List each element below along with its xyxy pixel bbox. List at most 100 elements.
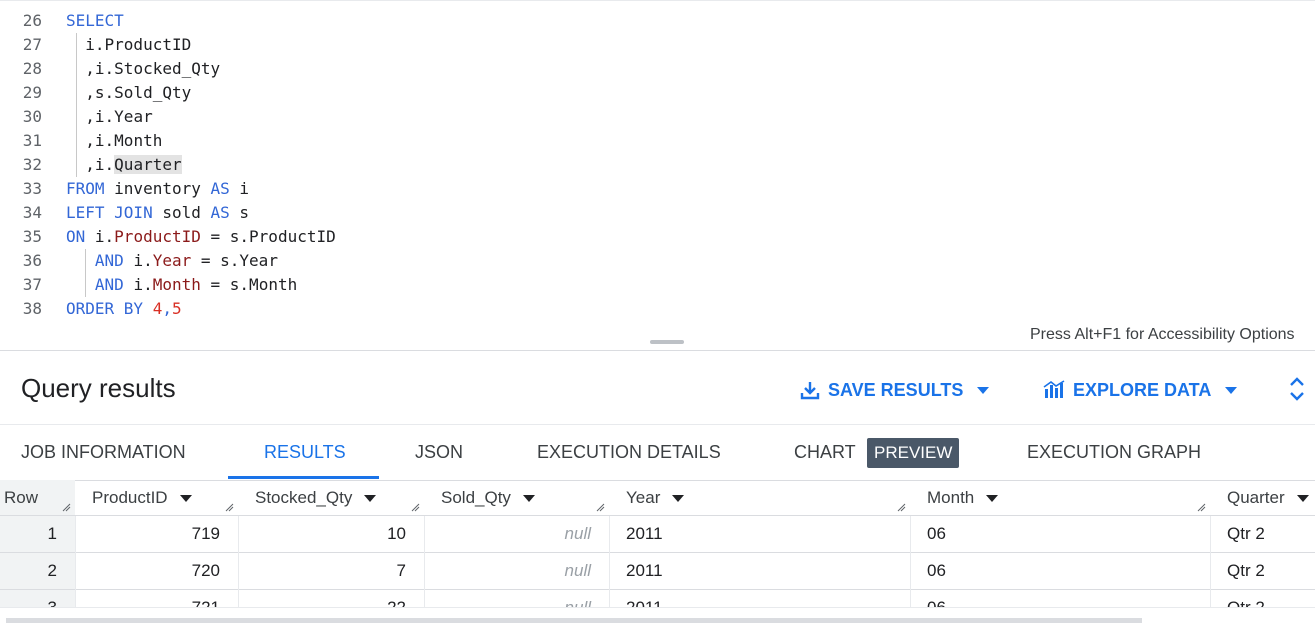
- table-cell-quarter: Qtr 2: [1210, 590, 1315, 607]
- line-number: 28: [22, 59, 42, 78]
- sort-menu-icon[interactable]: [179, 495, 192, 503]
- indent-guide: [76, 129, 77, 153]
- resize-handle[interactable]: [650, 340, 684, 344]
- line-number: 34: [22, 203, 42, 222]
- expand-collapse-icon[interactable]: [1288, 375, 1306, 403]
- scrollbar-thumb[interactable]: [6, 618, 1142, 623]
- tab-results[interactable]: RESULTS: [264, 442, 346, 463]
- line-number: 27: [22, 35, 42, 54]
- column-header-month[interactable]: Month: [910, 480, 1210, 516]
- column-divider: [1210, 516, 1211, 607]
- horizontal-scrollbar[interactable]: [0, 607, 1315, 623]
- line-number: 35: [22, 227, 42, 246]
- column-resize-handle[interactable]: [61, 502, 71, 512]
- line-number: 29: [22, 83, 42, 102]
- column-header-sold-qty[interactable]: Sold_Qty: [424, 480, 609, 516]
- column-header-label: Year: [626, 488, 661, 507]
- indent-guide: [85, 273, 86, 297]
- column-header-stocked-qty[interactable]: Stocked_Qty: [238, 480, 424, 516]
- table-cell-quarter: Qtr 2: [1227, 561, 1265, 580]
- code-text: ,i.Stocked_Qty: [66, 59, 221, 78]
- sql-editor[interactable]: 26 SELECT 27 i.ProductID 28 ,i.Stocked_Qty 2…: [0, 0, 1315, 321]
- line-number: 26: [22, 11, 42, 30]
- table-cell-stocked-qty: 10: [387, 524, 406, 543]
- column-header-label: Quarter: [1227, 488, 1285, 507]
- indent-guide: [76, 33, 77, 57]
- line-number: 30: [22, 107, 42, 126]
- column-divider: [75, 516, 76, 607]
- results-tabs: JOB INFORMATION RESULTS JSON EXECUTION D…: [0, 424, 1315, 481]
- code-text: FROM inventory AS i: [66, 179, 250, 198]
- table-cell-productid: 719: [191, 524, 220, 543]
- column-header-label: Stocked_Qty: [255, 488, 353, 507]
- line-number: 38: [22, 299, 42, 318]
- sort-menu-icon[interactable]: [1296, 495, 1309, 503]
- column-divider: [238, 516, 239, 607]
- column-header-year[interactable]: Year: [609, 480, 910, 516]
- sort-menu-icon[interactable]: [672, 495, 685, 503]
- table-cell-productid: 721: [75, 590, 238, 607]
- explore-data-button[interactable]: EXPLORE DATA: [1043, 377, 1238, 403]
- explore-data-label: EXPLORE DATA: [1073, 379, 1212, 400]
- column-header-label: ProductID: [92, 488, 168, 507]
- tab-job-information[interactable]: JOB INFORMATION: [21, 442, 186, 463]
- column-header-quarter[interactable]: Quarter: [1210, 480, 1315, 516]
- preview-badge: PREVIEW: [867, 438, 960, 468]
- active-tab-indicator: [228, 476, 379, 479]
- tab-execution-graph[interactable]: EXECUTION GRAPH: [1027, 442, 1201, 463]
- column-divider: [910, 516, 911, 607]
- table-cell-quarter: Qtr 2: [1227, 524, 1265, 543]
- table-row[interactable]: 1 719 10 null 2011 06 Qtr 2: [0, 516, 1315, 553]
- code-text: ,s.Sold_Qty: [66, 83, 192, 102]
- table-cell-year: 2011: [609, 590, 910, 607]
- table-cell-sold-qty: null: [424, 590, 609, 607]
- table-cell-sold-qty: null: [564, 524, 591, 543]
- table-row[interactable]: 372122null201106Qtr 2: [0, 590, 1315, 607]
- sort-menu-icon[interactable]: [986, 495, 999, 503]
- column-header-productid[interactable]: ProductID: [75, 480, 238, 516]
- code-text: SELECT: [66, 11, 124, 30]
- line-number: 37: [22, 275, 42, 294]
- code-text: AND i.Year = s.Year: [94, 251, 278, 270]
- accessibility-hint: Press Alt+F1 for Accessibility Options: [1030, 326, 1295, 343]
- table-cell-stocked-qty: 22: [238, 590, 424, 607]
- code-text: LEFT JOIN sold AS s: [66, 203, 250, 222]
- editor-status-bar: Press Alt+F1 for Accessibility Options: [0, 320, 1315, 351]
- indent-guide: [76, 57, 77, 81]
- indent-guide: [76, 105, 77, 129]
- code-text: AND i.Month = s.Month: [94, 275, 298, 294]
- indent-guide: [76, 153, 77, 177]
- column-divider: [424, 516, 425, 607]
- sort-menu-icon[interactable]: [364, 495, 377, 503]
- results-table: Row ProductID Stocked_Qty Sold_Qty Year Month…: [0, 480, 1315, 607]
- save-results-button[interactable]: SAVE RESULTS: [800, 377, 990, 403]
- column-resize-handle[interactable]: [595, 502, 605, 512]
- table-cell-year: 2011: [626, 524, 663, 543]
- indent-guide: [85, 249, 86, 273]
- column-resize-handle[interactable]: [1196, 502, 1206, 512]
- code-text: ORDER BY 4,5: [66, 299, 182, 318]
- column-resize-handle[interactable]: [410, 502, 420, 512]
- results-header: Query results SAVE RESULTS EXPLORE DATA: [0, 351, 1315, 423]
- table-row[interactable]: 2 720 7 null 2011 06 Qtr 2: [0, 553, 1315, 590]
- code-text: ,i.Month: [66, 131, 163, 150]
- table-cell-month: 06: [910, 590, 1210, 607]
- table-cell-sold-qty: null: [564, 561, 591, 580]
- indent-guide: [76, 81, 77, 105]
- column-resize-handle[interactable]: [224, 502, 234, 512]
- tab-chart[interactable]: CHART: [794, 442, 856, 463]
- code-text: i.ProductID: [85, 35, 192, 54]
- tab-json[interactable]: JSON: [415, 442, 463, 463]
- tab-execution-details[interactable]: EXECUTION DETAILS: [537, 442, 721, 463]
- save-results-label: SAVE RESULTS: [828, 379, 964, 400]
- download-icon: [800, 382, 820, 400]
- code-text: ,i.Quarter: [66, 155, 182, 174]
- row-number: 2: [0, 553, 75, 589]
- row-number: 3: [0, 590, 75, 607]
- column-resize-handle[interactable]: [896, 502, 906, 512]
- table-cell-productid: 720: [191, 561, 220, 580]
- line-number: 32: [22, 155, 42, 174]
- sort-menu-icon[interactable]: [522, 495, 535, 503]
- column-header-label: Row: [4, 488, 39, 507]
- table-cell-month: 06: [927, 524, 946, 543]
